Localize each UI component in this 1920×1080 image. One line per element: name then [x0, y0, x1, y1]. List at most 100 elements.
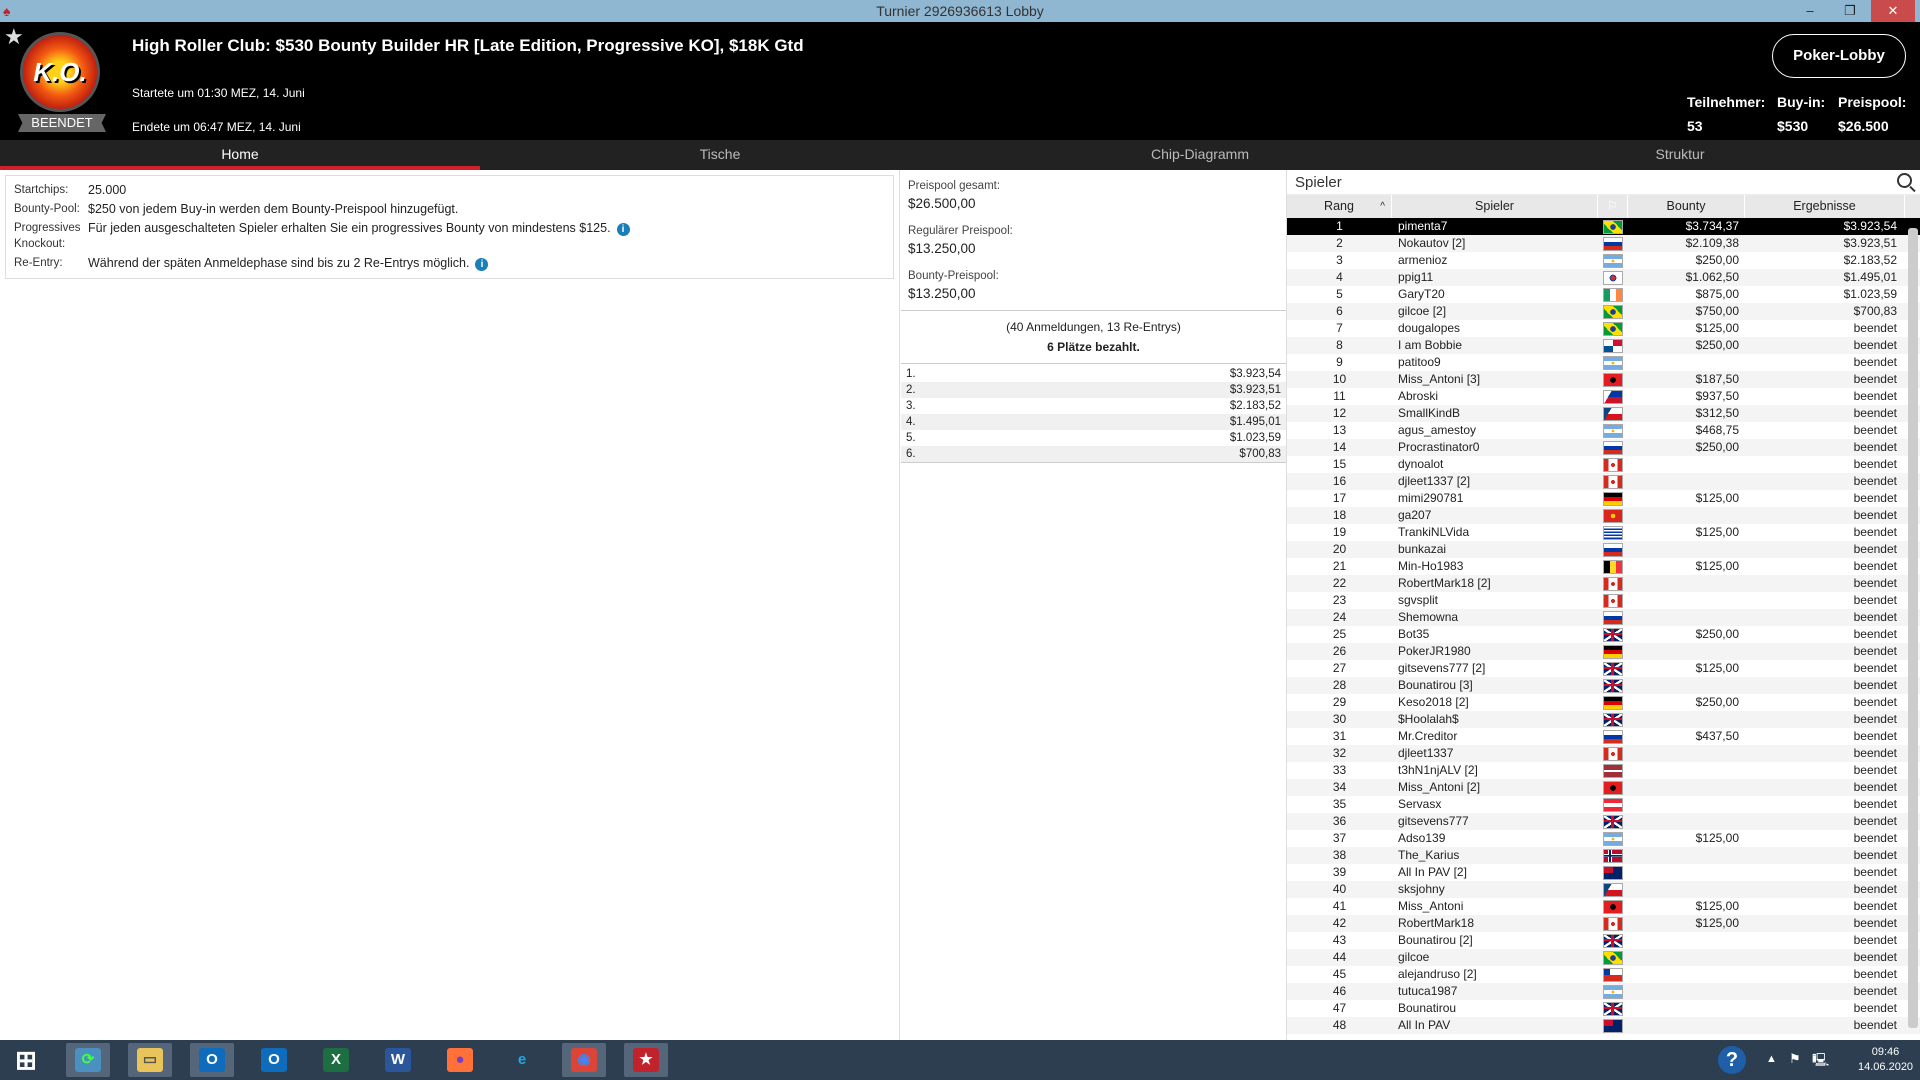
player-row[interactable]: 27 gitsevens777 [2] $125,00 beendet: [1287, 660, 1920, 677]
help-icon[interactable]: ?: [1718, 1046, 1746, 1074]
player-row[interactable]: 6 gilcoe [2] $750,00 $700,83: [1287, 303, 1920, 320]
country-flag-icon: [1603, 440, 1623, 455]
player-row[interactable]: 15 dynoalot beendet: [1287, 456, 1920, 473]
clock[interactable]: 09:46 14.06.2020: [1858, 1046, 1913, 1073]
tab-tables[interactable]: Tische: [480, 140, 960, 170]
player-result: beendet: [1853, 542, 1897, 556]
outlook-icon[interactable]: O: [252, 1043, 296, 1077]
favorite-star-icon[interactable]: ★: [4, 24, 24, 50]
poker-lobby-button[interactable]: Poker-Lobby: [1772, 34, 1906, 78]
player-row[interactable]: 39 All In PAV [2] beendet: [1287, 864, 1920, 881]
player-row[interactable]: 5 GaryT20 $875,00 $1.023,59: [1287, 286, 1920, 303]
col-bounty[interactable]: Bounty: [1628, 195, 1745, 218]
player-row[interactable]: 23 sgvsplit beendet: [1287, 592, 1920, 609]
player-row[interactable]: 44 gilcoe beendet: [1287, 949, 1920, 966]
col-flag[interactable]: ⚐: [1598, 195, 1628, 218]
player-row[interactable]: 3 armenioz $250,00 $2.183,52: [1287, 252, 1920, 269]
player-row[interactable]: 9 patitoo9 beendet: [1287, 354, 1920, 371]
player-row[interactable]: 24 Shemowna beendet: [1287, 609, 1920, 626]
player-row[interactable]: 8 I am Bobbie $250,00 beendet: [1287, 337, 1920, 354]
tab-chip-chart[interactable]: Chip-Diagramm: [960, 140, 1440, 170]
player-row[interactable]: 20 bunkazai beendet: [1287, 541, 1920, 558]
player-row[interactable]: 32 djleet1337 beendet: [1287, 745, 1920, 762]
player-rank: 32: [1332, 746, 1347, 760]
player-row[interactable]: 33 t3hN1njALV [2] beendet: [1287, 762, 1920, 779]
word-icon[interactable]: W: [376, 1043, 420, 1077]
player-result: beendet: [1853, 576, 1897, 590]
player-row[interactable]: 26 PokerJR1980 beendet: [1287, 643, 1920, 660]
action-center-flag-icon[interactable]: ⚑: [1789, 1051, 1801, 1067]
player-row[interactable]: 14 Procrastinator0 $250,00 beendet: [1287, 439, 1920, 456]
player-row[interactable]: 17 mimi290781 $125,00 beendet: [1287, 490, 1920, 507]
player-row[interactable]: 36 gitsevens777 beendet: [1287, 813, 1920, 830]
player-row[interactable]: 22 RobertMark18 [2] beendet: [1287, 575, 1920, 592]
player-row[interactable]: 25 Bot35 $250,00 beendet: [1287, 626, 1920, 643]
player-row[interactable]: 40 sksjohny beendet: [1287, 881, 1920, 898]
tab-home[interactable]: Home: [0, 140, 480, 170]
player-row[interactable]: 31 Mr.Creditor $437,50 beendet: [1287, 728, 1920, 745]
player-row[interactable]: 10 Miss_Antoni [3] $187,50 beendet: [1287, 371, 1920, 388]
player-row[interactable]: 12 SmallKindB $312,50 beendet: [1287, 405, 1920, 422]
player-row[interactable]: 37 Adso139 $125,00 beendet: [1287, 830, 1920, 847]
player-row[interactable]: 41 Miss_Antoni $125,00 beendet: [1287, 898, 1920, 915]
player-row[interactable]: 46 tutuca1987 beendet: [1287, 983, 1920, 1000]
pokerstars-icon[interactable]: ★: [624, 1043, 668, 1077]
player-row[interactable]: 45 alejandruso [2] beendet: [1287, 966, 1920, 983]
col-rank[interactable]: Rang ^: [1287, 195, 1392, 218]
player-row[interactable]: 28 Bounatirou [3] beendet: [1287, 677, 1920, 694]
search-input[interactable]: Spieler: [1295, 174, 1342, 191]
player-row[interactable]: 38 The_Karius beendet: [1287, 847, 1920, 864]
outlook-old-icon[interactable]: O: [190, 1043, 234, 1077]
player-row[interactable]: 29 Keso2018 [2] $250,00 beendet: [1287, 694, 1920, 711]
start-icon[interactable]: ⊞: [4, 1043, 48, 1077]
player-row[interactable]: 42 RobertMark18 $125,00 beendet: [1287, 915, 1920, 932]
country-flag-icon: [1603, 882, 1623, 897]
search-icon[interactable]: [1897, 173, 1912, 188]
player-row[interactable]: 11 Abroski $937,50 beendet: [1287, 388, 1920, 405]
player-row[interactable]: 35 Servasx beendet: [1287, 796, 1920, 813]
tab-structure[interactable]: Struktur: [1440, 140, 1920, 170]
player-search[interactable]: Spieler: [1287, 170, 1920, 195]
firefox-icon[interactable]: ●: [438, 1043, 482, 1077]
country-flag-icon: [1603, 831, 1623, 846]
player-row[interactable]: 2 Nokautov [2] $2.109,38 $3.923,51: [1287, 235, 1920, 252]
player-row[interactable]: 34 Miss_Antoni [2] beendet: [1287, 779, 1920, 796]
player-rank: 2: [1336, 236, 1343, 250]
network-icon[interactable]: 🖳: [1812, 1051, 1829, 1073]
player-name: Bot35: [1398, 627, 1430, 641]
info-icon[interactable]: i: [616, 223, 630, 236]
explorer-icon[interactable]: ▭: [128, 1043, 172, 1077]
payout-amount: $1.495,01: [1229, 416, 1281, 428]
player-row[interactable]: 30 $Hoolalah$ beendet: [1287, 711, 1920, 728]
player-row[interactable]: 18 ga207 beendet: [1287, 507, 1920, 524]
player-row[interactable]: 16 djleet1337 [2] beendet: [1287, 473, 1920, 490]
info-icon[interactable]: i: [475, 258, 489, 271]
player-row[interactable]: 13 agus_amestoy $468,75 beendet: [1287, 422, 1920, 439]
ie-icon[interactable]: e: [500, 1043, 544, 1077]
player-row[interactable]: 1 pimenta7 $3.734,37 $3.923,54: [1287, 218, 1920, 235]
entries-count: (40 Anmeldungen, 13 Re-Entrys): [1006, 320, 1181, 334]
player-row[interactable]: 7 dougalopes $125,00 beendet: [1287, 320, 1920, 337]
player-rank: 28: [1332, 678, 1347, 692]
col-results[interactable]: Ergebnisse: [1745, 195, 1905, 218]
country-flag-icon: [1603, 780, 1623, 795]
tray-expand-icon[interactable]: ▲: [1766, 1053, 1777, 1065]
col-player[interactable]: Spieler: [1392, 195, 1598, 218]
sync-icon[interactable]: ⟳: [66, 1043, 110, 1077]
minimize-button[interactable]: –: [1790, 0, 1830, 22]
tournament-title: High Roller Club: $530 Bounty Builder HR…: [132, 36, 804, 55]
player-rank: 26: [1332, 644, 1347, 658]
close-button[interactable]: ✕: [1871, 0, 1915, 22]
player-row[interactable]: 4 ppig11 $1.062,50 $1.495,01: [1287, 269, 1920, 286]
clock-date: 14.06.2020: [1858, 1061, 1914, 1073]
player-row[interactable]: 21 Min-Ho1983 $125,00 beendet: [1287, 558, 1920, 575]
player-row[interactable]: 47 Bounatirou beendet: [1287, 1000, 1920, 1017]
player-row[interactable]: 48 All In PAV beendet: [1287, 1017, 1920, 1034]
scrollbar[interactable]: [1908, 228, 1918, 1028]
excel-icon[interactable]: X: [314, 1043, 358, 1077]
player-name: tutuca1987: [1398, 984, 1458, 998]
maximize-button[interactable]: ❐: [1830, 0, 1870, 22]
chrome-icon[interactable]: ◉: [562, 1043, 606, 1077]
player-row[interactable]: 19 TrankiNLVida $125,00 beendet: [1287, 524, 1920, 541]
player-row[interactable]: 43 Bounatirou [2] beendet: [1287, 932, 1920, 949]
